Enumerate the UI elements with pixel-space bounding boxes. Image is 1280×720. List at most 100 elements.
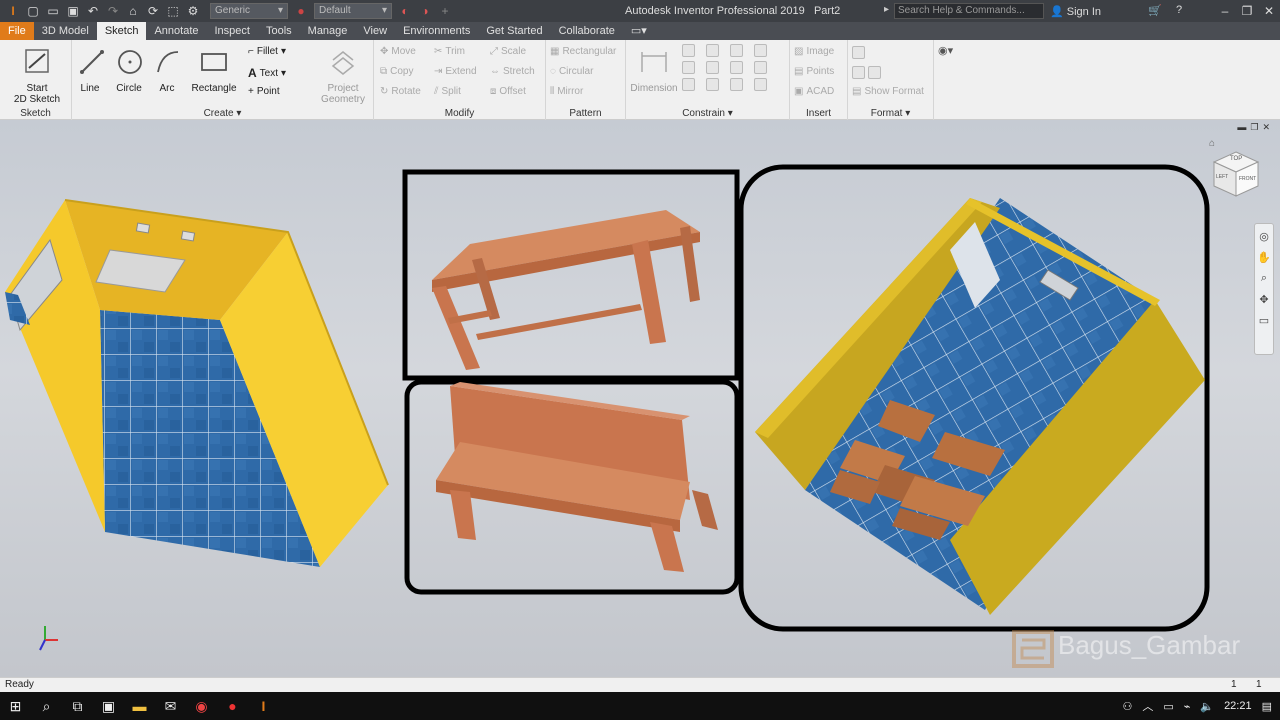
sign-in-button[interactable]: 👤 Sign In bbox=[1050, 5, 1101, 18]
people-icon[interactable]: ⚇ bbox=[1122, 700, 1132, 713]
viewport-minimize-icon[interactable]: ▬ bbox=[1237, 122, 1250, 132]
constrain-panel-label[interactable]: Constrain ▾ bbox=[626, 108, 789, 119]
cart-icon[interactable]: 🛒 bbox=[1148, 4, 1162, 17]
viewport-restore-icon[interactable]: ❐ bbox=[1250, 122, 1262, 132]
tab-sketch[interactable]: Sketch bbox=[96, 22, 147, 40]
save-icon[interactable]: ▣ bbox=[66, 4, 80, 18]
fillet-button[interactable]: ⌐ Fillet ▾ bbox=[248, 46, 286, 57]
task-view-icon[interactable]: ⧉ bbox=[62, 692, 93, 720]
adjust-icon[interactable]: ◑ bbox=[418, 4, 432, 18]
construction-button[interactable] bbox=[852, 46, 865, 59]
show-format-button[interactable]: ▤ Show Format bbox=[852, 86, 924, 97]
tab-view[interactable]: View bbox=[355, 22, 395, 40]
start-2d-sketch-button[interactable]: Start 2D Sketch bbox=[8, 44, 66, 105]
clock[interactable]: 22:21 bbox=[1224, 700, 1252, 712]
trim-button[interactable]: ✂ Trim bbox=[434, 46, 465, 57]
rotate-button[interactable]: ↻ Rotate bbox=[380, 86, 421, 97]
format-panel-label[interactable]: Format ▾ bbox=[848, 108, 933, 119]
vertical-constraint-icon[interactable] bbox=[754, 61, 767, 74]
centerline-button[interactable] bbox=[852, 66, 881, 79]
scale-button[interactable]: ⤢ Scale bbox=[490, 46, 526, 57]
tab-manage[interactable]: Manage bbox=[300, 22, 356, 40]
fix-constraint-icon[interactable] bbox=[754, 44, 767, 57]
concentric-constraint-icon[interactable] bbox=[730, 44, 743, 57]
tab-get-started[interactable]: Get Started bbox=[478, 22, 550, 40]
material-dropdown[interactable]: Generic ▾ bbox=[210, 3, 288, 19]
viewcube[interactable]: ⌂ TOP FRONT LEFT bbox=[1209, 138, 1262, 200]
tab-environments[interactable]: Environments bbox=[395, 22, 478, 40]
redo-icon[interactable]: ↷ bbox=[106, 4, 120, 18]
chrome-icon[interactable]: ◉ bbox=[186, 692, 217, 720]
look-at-icon[interactable]: ▭ bbox=[1259, 314, 1269, 327]
extend-button[interactable]: ⇥ Extend bbox=[434, 66, 477, 77]
clear-appearance-icon[interactable]: ◐ bbox=[398, 4, 412, 18]
update-icon[interactable]: ⟳ bbox=[146, 4, 160, 18]
smooth-constraint-icon[interactable] bbox=[706, 78, 719, 91]
orbit-icon[interactable]: ✥ bbox=[1259, 293, 1268, 306]
table-model[interactable] bbox=[432, 210, 700, 370]
steering-wheel-icon[interactable]: ◎ bbox=[1259, 230, 1269, 243]
parallel-constraint-icon[interactable] bbox=[682, 61, 695, 74]
symmetric-constraint-icon[interactable] bbox=[730, 78, 743, 91]
zoom-icon[interactable]: ⌕ bbox=[1261, 272, 1267, 285]
circular-pattern-button[interactable]: ◌ Circular bbox=[550, 66, 593, 77]
volume-icon[interactable]: 🔈 bbox=[1200, 700, 1214, 713]
tab-tools[interactable]: Tools bbox=[258, 22, 300, 40]
search-icon[interactable]: ⌕ bbox=[31, 692, 62, 720]
text-button[interactable]: A Text ▾ bbox=[248, 66, 286, 80]
tab-3d-model[interactable]: 3D Model bbox=[34, 22, 97, 40]
open-file-icon[interactable]: ▭ bbox=[46, 4, 60, 18]
help-icon[interactable]: ? bbox=[1176, 4, 1182, 16]
pan-icon[interactable]: ✋ bbox=[1257, 251, 1271, 264]
recorder-icon[interactable]: ● bbox=[217, 692, 248, 720]
points-button[interactable]: ▤ Points bbox=[794, 66, 834, 77]
room-assembly-model[interactable] bbox=[755, 198, 1205, 615]
appearance-dropdown[interactable]: Default ▾ bbox=[314, 3, 392, 19]
tray-chevron-icon[interactable]: ︿ bbox=[1142, 698, 1153, 714]
viewport-close-icon[interactable]: ✕ bbox=[1262, 122, 1274, 132]
select-icon[interactable]: ⬚ bbox=[166, 4, 180, 18]
inventor-taskbar-icon[interactable]: I bbox=[248, 692, 279, 720]
bench-model[interactable] bbox=[436, 382, 718, 572]
add-icon[interactable]: + bbox=[438, 4, 452, 18]
image-button[interactable]: ▨ Image bbox=[794, 46, 834, 57]
finish-sketch-dropdown[interactable]: ◉▾ bbox=[938, 44, 953, 57]
collinear-constraint-icon[interactable] bbox=[706, 44, 719, 57]
offset-button[interactable]: ⧈ Offset bbox=[490, 86, 526, 97]
home-icon[interactable]: ⌂ bbox=[126, 4, 140, 18]
undo-icon[interactable]: ↶ bbox=[86, 4, 100, 18]
maximize-icon[interactable]: ❐ bbox=[1236, 0, 1258, 22]
mirror-button[interactable]: ⫴ Mirror bbox=[550, 86, 583, 97]
notification-icon[interactable]: ▤ bbox=[1262, 700, 1272, 713]
center-point-icon[interactable] bbox=[868, 66, 881, 79]
tab-file[interactable]: File bbox=[0, 22, 34, 40]
circle-button[interactable]: Circle bbox=[114, 44, 144, 94]
horizontal-constraint-icon[interactable] bbox=[730, 61, 743, 74]
graphics-viewport[interactable]: ⌂ TOP FRONT LEFT ▬❐✕ ◎ ✋ ⌕ ✥ ▭ Bagus_Gam… bbox=[0, 120, 1280, 677]
line-button[interactable]: Line bbox=[76, 44, 104, 94]
rectangular-pattern-button[interactable]: ▦ Rectangular bbox=[550, 46, 616, 57]
mail-icon[interactable]: ✉ bbox=[155, 692, 186, 720]
move-button[interactable]: ✥ Move bbox=[380, 46, 416, 57]
ribbon-options-icon[interactable]: ▭▾ bbox=[623, 22, 655, 40]
project-geometry-button[interactable]: Project Geometry bbox=[316, 44, 370, 105]
perpendicular-constraint-icon[interactable] bbox=[706, 61, 719, 74]
left-room-model[interactable] bbox=[5, 199, 389, 567]
split-button[interactable]: ⫽ Split bbox=[434, 86, 461, 97]
viewcube-home-icon[interactable]: ⌂ bbox=[1209, 138, 1215, 149]
minimize-icon[interactable]: – bbox=[1214, 0, 1236, 22]
file-explorer-icon[interactable]: ▬ bbox=[124, 692, 155, 720]
create-panel-label[interactable]: Create ▾ bbox=[72, 108, 373, 119]
tab-inspect[interactable]: Inspect bbox=[207, 22, 258, 40]
search-help-input[interactable]: Search Help & Commands... bbox=[894, 3, 1044, 19]
store-icon[interactable]: ▣ bbox=[93, 692, 124, 720]
battery-icon[interactable]: ▭ bbox=[1163, 700, 1173, 713]
new-file-icon[interactable]: ▢ bbox=[26, 4, 40, 18]
settings-icon[interactable]: ⚙ bbox=[186, 4, 200, 18]
coincident-constraint-icon[interactable] bbox=[682, 44, 695, 57]
dimension-button[interactable]: Dimension bbox=[628, 44, 680, 94]
rectangle-button[interactable]: Rectangle bbox=[188, 44, 240, 94]
point-button[interactable]: + Point bbox=[248, 86, 280, 97]
stretch-button[interactable]: ⇔ Stretch bbox=[490, 66, 535, 77]
arc-button[interactable]: Arc bbox=[152, 44, 182, 94]
